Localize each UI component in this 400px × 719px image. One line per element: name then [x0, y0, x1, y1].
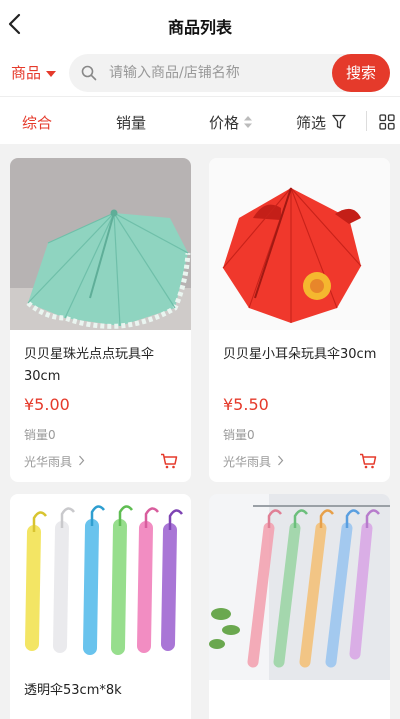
- search-row: 商品 搜索: [0, 50, 400, 96]
- product-image: [10, 158, 191, 330]
- page-title: 商品列表: [167, 18, 232, 37]
- shop-link[interactable]: 光华雨具: [24, 453, 85, 470]
- sort-arrows-icon: [244, 116, 252, 128]
- product-card[interactable]: 贝贝星珠光点点玩具伞30cm ¥5.00 销量0 光华雨具: [10, 158, 191, 482]
- search-button[interactable]: 搜索: [332, 54, 390, 92]
- caret-down-icon[interactable]: [46, 71, 56, 77]
- cart-icon[interactable]: [359, 453, 377, 469]
- shop-name: 光华雨具: [24, 455, 73, 469]
- product-price: ¥5.00: [24, 395, 70, 414]
- sort-bar: 综合 销量 价格 筛选: [0, 96, 400, 144]
- product-image: [209, 494, 390, 680]
- tab-filter[interactable]: 筛选: [296, 112, 326, 133]
- divider: [366, 111, 367, 131]
- tab-comprehensive[interactable]: 综合: [22, 112, 52, 133]
- product-sales: 销量0: [223, 428, 255, 442]
- search-box: 搜索: [69, 54, 390, 92]
- tab-price[interactable]: 价格: [209, 112, 239, 133]
- product-card[interactable]: [209, 494, 390, 719]
- grid-view-icon[interactable]: [379, 114, 395, 130]
- product-card[interactable]: 透明伞53cm*8k: [10, 494, 191, 719]
- cart-icon[interactable]: [160, 453, 178, 469]
- product-sales: 销量0: [24, 428, 56, 442]
- search-icon: [81, 65, 97, 81]
- product-price: ¥5.50: [223, 395, 269, 414]
- shop-link[interactable]: 光华雨具: [223, 453, 284, 470]
- chevron-right-icon: [78, 455, 85, 466]
- category-selector[interactable]: 商品: [11, 62, 41, 83]
- product-card[interactable]: 贝贝星小耳朵玩具伞30cm ¥5.50 销量0 光华雨具: [209, 158, 390, 482]
- product-image: [10, 494, 191, 666]
- top-bar: 商品列表: [0, 0, 400, 50]
- product-name: 贝贝星小耳朵玩具伞30cm: [223, 347, 377, 362]
- tab-sales[interactable]: 销量: [116, 112, 146, 133]
- chevron-right-icon: [277, 455, 284, 466]
- filter-icon[interactable]: [332, 114, 346, 130]
- product-name: 透明伞53cm*8k: [24, 683, 122, 698]
- product-image: [209, 158, 390, 330]
- search-input[interactable]: [109, 54, 329, 92]
- product-name: 贝贝星珠光点点玩具伞30cm: [24, 347, 155, 384]
- shop-name: 光华雨具: [223, 455, 272, 469]
